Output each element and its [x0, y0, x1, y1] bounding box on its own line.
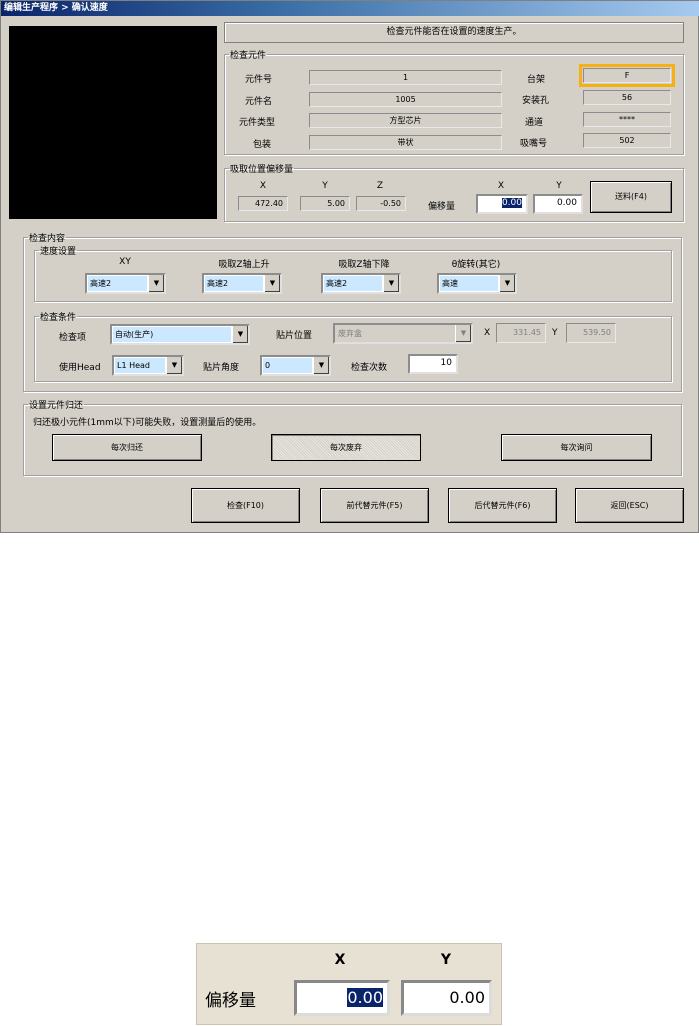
- place-x-label: X: [484, 328, 491, 338]
- pick-x-field: 472.40: [238, 196, 288, 211]
- speed-z-up-label: 吸取Z轴上升: [218, 260, 270, 270]
- back-button[interactable]: 返回(ESC): [575, 488, 684, 523]
- nozzle-label: 吸嘴号: [520, 139, 548, 149]
- each-return-button[interactable]: 每次归还: [52, 434, 202, 461]
- return-note: 归还极小元件(1mm以下)可能失败，设置测量后的使用。: [33, 418, 262, 428]
- place-y-label: Y: [552, 328, 558, 338]
- pick-offset-legend: 吸取位置偏移量: [230, 165, 294, 175]
- offset-label: 偏移量: [428, 202, 456, 212]
- speed-z-up-value: 高速2: [205, 276, 263, 291]
- speed-z-down-value: 高速2: [324, 276, 382, 291]
- check-button[interactable]: 检查(F10): [191, 488, 300, 523]
- speed-xy-value: 高速2: [88, 276, 147, 291]
- place-angle-label: 贴片角度: [203, 363, 240, 373]
- check-item-value: 自动(生产): [113, 327, 231, 342]
- zoom-offset-label: 偏移量: [205, 991, 256, 1011]
- zoom-x-label: X: [334, 952, 346, 968]
- place-position-select[interactable]: 废弃盒 ▼: [333, 323, 473, 344]
- check-item-select[interactable]: 自动(生产) ▼: [110, 324, 250, 345]
- inspect-legend: 检查内容: [29, 234, 66, 244]
- component-legend: 检查元件: [230, 51, 267, 61]
- speed-z-up-select[interactable]: 高速2 ▼: [202, 273, 282, 294]
- speed-theta-value: 高速: [440, 276, 498, 291]
- place-angle-value: 0: [263, 358, 312, 373]
- use-head-value: L1 Head: [115, 358, 165, 373]
- offset-x-value: 0.00: [501, 198, 522, 208]
- chevron-down-icon[interactable]: ▼: [232, 326, 248, 343]
- part-type-label: 元件类型: [239, 118, 276, 128]
- each-discard-button[interactable]: 每次废弃: [271, 434, 421, 461]
- speed-legend: 速度设置: [40, 247, 77, 257]
- place-angle-select[interactable]: 0 ▼: [260, 355, 331, 376]
- channel-field: ****: [583, 112, 671, 127]
- part-no-field: 1: [309, 70, 502, 85]
- each-ask-button[interactable]: 每次询问: [501, 434, 652, 461]
- chevron-down-icon[interactable]: ▼: [499, 275, 515, 292]
- camera-view: [9, 26, 217, 219]
- place-x-field: 331.45: [496, 323, 546, 343]
- next-alt-part-button[interactable]: 后代替元件(F6): [448, 488, 557, 523]
- speed-xy-label: XY: [119, 257, 131, 267]
- pick-y-field: 5.00: [300, 196, 350, 211]
- main-window: 编辑生产程序 > 确认速度 检查元件能否在设置的速度生产。 检查元件 元件号 1…: [0, 0, 699, 533]
- channel-label: 通道: [525, 118, 544, 128]
- use-head-label: 使用Head: [59, 363, 101, 373]
- speed-xy-select[interactable]: 高速2 ▼: [85, 273, 166, 294]
- offset-x-input[interactable]: 0.00: [476, 194, 528, 214]
- offset-x-label: X: [497, 181, 505, 191]
- part-name-field: 1005: [309, 92, 502, 107]
- speed-theta-label: θ旋转(其它): [451, 260, 501, 270]
- rack-label: 台架: [527, 75, 546, 85]
- zoom-offset-x-value: 0.00: [347, 988, 383, 1007]
- speed-theta-select[interactable]: 高速 ▼: [437, 273, 517, 294]
- check-count-label: 检查次数: [351, 363, 388, 373]
- offset-zoom-inset: X Y 偏移量 0.00 0.00: [196, 943, 502, 1025]
- package-field: 带状: [309, 135, 502, 150]
- package-label: 包装: [253, 140, 272, 150]
- prev-alt-part-button[interactable]: 前代替元件(F5): [320, 488, 429, 523]
- part-no-label: 元件号: [245, 75, 273, 85]
- pick-x-label: X: [259, 181, 267, 191]
- conditions-legend: 检查条件: [40, 313, 77, 323]
- part-name-label: 元件名: [245, 97, 273, 107]
- place-y-field: 539.50: [566, 323, 616, 343]
- chevron-down-icon[interactable]: ▼: [148, 275, 164, 292]
- pick-y-label: Y: [322, 181, 328, 191]
- pick-z-label: Z: [376, 181, 384, 191]
- check-item-label: 检查项: [59, 333, 87, 343]
- check-count-input[interactable]: 10: [408, 354, 458, 374]
- offset-y-label: Y: [556, 181, 562, 191]
- place-position-value: 废弃盒: [336, 326, 454, 341]
- speed-z-down-label: 吸取Z轴下降: [338, 260, 390, 270]
- part-type-field: 方型芯片: [309, 113, 502, 128]
- chevron-down-icon[interactable]: ▼: [264, 275, 280, 292]
- zoom-offset-x-input[interactable]: 0.00: [294, 980, 390, 1016]
- feed-button[interactable]: 送料(F4): [590, 181, 672, 213]
- chevron-down-icon[interactable]: ▼: [383, 275, 399, 292]
- chevron-down-icon[interactable]: ▼: [313, 357, 329, 374]
- zoom-offset-y-input[interactable]: 0.00: [401, 980, 492, 1016]
- info-message: 检查元件能否在设置的速度生产。: [224, 22, 684, 43]
- use-head-select[interactable]: L1 Head ▼: [112, 355, 184, 376]
- place-position-label: 贴片位置: [276, 331, 313, 341]
- pick-z-field: -0.50: [356, 196, 406, 211]
- nozzle-field: 502: [583, 133, 671, 148]
- chevron-down-icon[interactable]: ▼: [455, 325, 471, 342]
- hole-field: 56: [583, 90, 671, 105]
- zoom-y-label: Y: [440, 952, 452, 968]
- window-title: 编辑生产程序 > 确认速度: [1, 1, 699, 16]
- hole-label: 安装孔: [522, 96, 550, 106]
- speed-z-down-select[interactable]: 高速2 ▼: [321, 273, 401, 294]
- offset-y-input[interactable]: 0.00: [533, 194, 583, 214]
- rack-highlight-box: [579, 64, 675, 87]
- return-legend: 设置元件归还: [29, 401, 84, 411]
- chevron-down-icon[interactable]: ▼: [166, 357, 182, 374]
